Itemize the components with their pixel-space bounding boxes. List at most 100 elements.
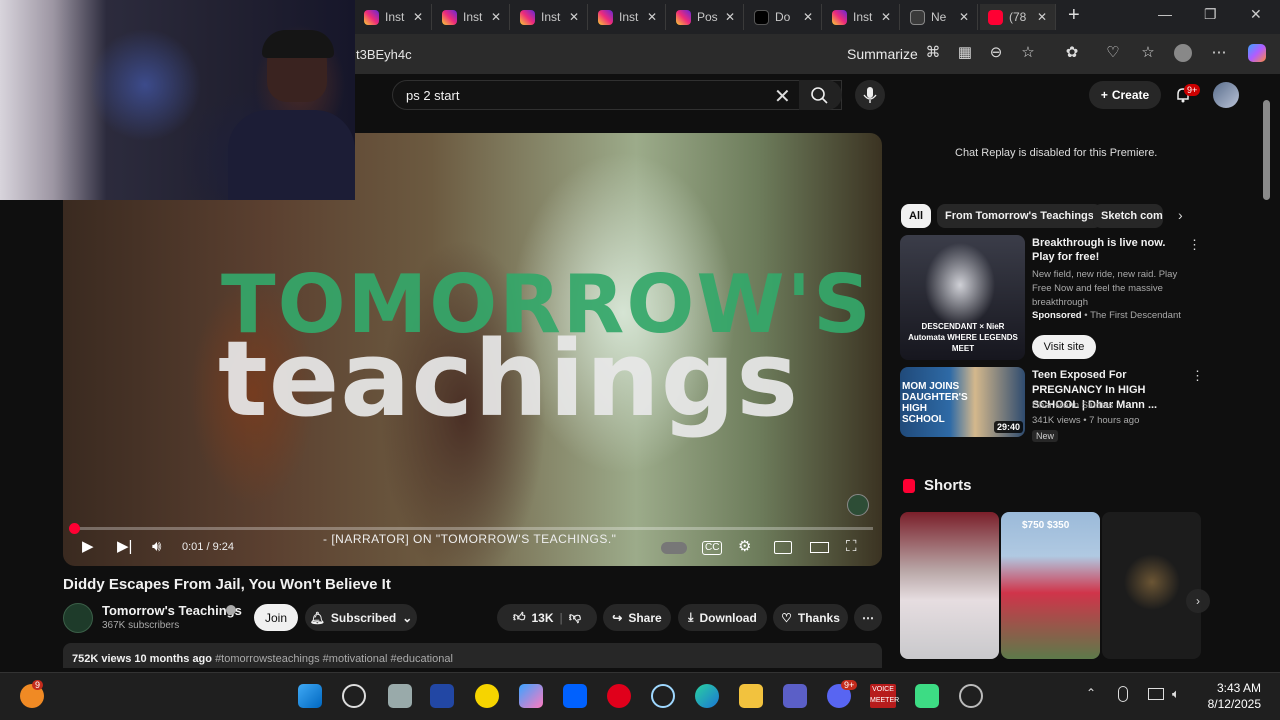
- taskbar-clock[interactable]: 3:43 AM 8/12/2025: [1205, 680, 1261, 712]
- tab-instagram-1[interactable]: Inst ✕: [356, 4, 432, 30]
- search-button[interactable]: [799, 80, 842, 110]
- next-video-icon[interactable]: ▶|: [117, 538, 132, 556]
- short-thumbnail-2[interactable]: [1001, 512, 1100, 659]
- tab-tiktok[interactable]: Do ✕: [746, 4, 822, 30]
- close-window-icon[interactable]: ✕: [1250, 6, 1262, 23]
- kebab-menu-icon[interactable]: ⋮: [1191, 368, 1204, 384]
- address-bar[interactable]: t3BEyh4c: [356, 47, 412, 62]
- android-studio-icon[interactable]: [915, 684, 939, 708]
- favorites-icon[interactable]: ☆: [1139, 44, 1157, 62]
- close-icon[interactable]: ✕: [1037, 10, 1047, 24]
- tab-instagram-5[interactable]: Pos ✕: [668, 4, 744, 30]
- visit-site-button[interactable]: Visit site: [1032, 335, 1096, 359]
- close-icon[interactable]: ✕: [647, 10, 657, 24]
- join-button[interactable]: Join: [254, 604, 298, 631]
- search-icon[interactable]: [342, 684, 366, 708]
- extensions-icon[interactable]: ✿: [1063, 44, 1081, 62]
- close-icon[interactable]: ✕: [959, 10, 969, 24]
- miniplayer-icon[interactable]: [774, 541, 792, 554]
- apps-icon[interactable]: ▦: [956, 44, 974, 62]
- tab-instagram-6[interactable]: Inst ✕: [824, 4, 900, 30]
- progress-scrubber[interactable]: [69, 523, 80, 534]
- tab-youtube[interactable]: (78 ✕: [980, 4, 1056, 30]
- opera-icon[interactable]: [607, 684, 631, 708]
- streamer-body: [228, 110, 355, 200]
- dropbox-icon[interactable]: [563, 684, 587, 708]
- settings-gear-icon[interactable]: ⚙: [738, 538, 751, 556]
- download-button[interactable]: ⤓ Download: [678, 604, 767, 631]
- close-icon[interactable]: ✕: [881, 10, 891, 24]
- create-button[interactable]: + Create: [1089, 81, 1161, 109]
- channel-watermark-icon[interactable]: [847, 494, 869, 516]
- more-menu-icon[interactable]: ⋯: [1210, 44, 1228, 62]
- tab-instagram-4[interactable]: Inst ✕: [590, 4, 666, 30]
- channel-name[interactable]: Tomorrow's Teachings: [102, 603, 242, 618]
- progress-bar[interactable]: [74, 527, 873, 530]
- favorite-star-icon[interactable]: ☆: [1019, 44, 1037, 62]
- short-thumbnail-1[interactable]: [900, 512, 999, 659]
- windows-start-icon[interactable]: [298, 684, 322, 708]
- thumbs-up-icon[interactable]: 👍︎: [513, 610, 526, 625]
- snapchat-icon[interactable]: [475, 684, 499, 708]
- tab-instagram-2[interactable]: Inst ✕: [434, 4, 510, 30]
- microphone-icon[interactable]: [1118, 686, 1128, 702]
- chip-sketch-comedy[interactable]: Sketch come: [1093, 204, 1163, 228]
- network-icon[interactable]: [1148, 688, 1164, 700]
- short-thumbnail-3[interactable]: [1102, 512, 1201, 659]
- thanks-button[interactable]: ♡ Thanks: [773, 604, 848, 631]
- subscribed-button[interactable]: 🔔︎ Subscribed ⌄: [305, 604, 417, 631]
- clear-search-icon[interactable]: ✕: [774, 84, 791, 109]
- recommended-video-channel[interactable]: Dhar Mann Studios: [1032, 400, 1113, 411]
- recommended-video-meta: 341K views • 7 hours ago: [1032, 415, 1140, 426]
- file-explorer-icon[interactable]: [739, 684, 763, 708]
- summarize-button[interactable]: Summarize: [847, 46, 918, 62]
- copilot-app-icon[interactable]: [519, 684, 543, 708]
- ad-title[interactable]: Breakthrough is live now. Play for free!: [1032, 236, 1182, 264]
- autoplay-toggle[interactable]: [661, 542, 687, 554]
- media-player-icon[interactable]: [959, 684, 983, 708]
- chevron-up-icon[interactable]: ⌃: [1086, 686, 1096, 700]
- voice-search-button[interactable]: [855, 80, 885, 110]
- more-actions-button[interactable]: ⋯: [854, 604, 882, 631]
- volume-icon[interactable]: 🔊︎: [152, 538, 161, 556]
- teams-icon[interactable]: [783, 684, 807, 708]
- chip-all[interactable]: All: [901, 204, 932, 228]
- chip-from-channel[interactable]: From Tomorrow's Teachings: [937, 204, 1102, 228]
- profile-icon[interactable]: [1174, 44, 1192, 62]
- restore-icon[interactable]: ❐: [1204, 6, 1217, 23]
- chevron-right-icon[interactable]: ›: [1178, 207, 1183, 223]
- chevron-right-icon[interactable]: ›: [1186, 589, 1210, 613]
- voicemeeter-icon[interactable]: VOICE MEETER: [870, 684, 899, 708]
- play-icon[interactable]: ▶: [82, 538, 94, 556]
- app-r-icon[interactable]: [430, 684, 454, 708]
- hashtags[interactable]: #tomorrowsteachings #motivational #educa…: [215, 653, 453, 665]
- tab-new-tab[interactable]: Ne ✕: [902, 4, 978, 30]
- close-icon[interactable]: ✕: [491, 10, 501, 24]
- fullscreen-icon[interactable]: ⛶: [846, 538, 857, 556]
- edge-icon[interactable]: [695, 684, 719, 708]
- tab-instagram-3[interactable]: Inst ✕: [512, 4, 588, 30]
- thumbs-down-icon[interactable]: 👎︎: [569, 610, 581, 625]
- copilot-icon[interactable]: [1248, 44, 1266, 62]
- like-count[interactable]: 13K: [531, 611, 553, 625]
- subtitles-icon[interactable]: CC: [702, 541, 723, 555]
- close-icon[interactable]: ✕: [569, 10, 579, 24]
- search-query[interactable]: ps 2 start: [406, 88, 459, 103]
- copilot-summary-icon[interactable]: ⌘: [924, 44, 942, 62]
- new-tab-button[interactable]: +: [1068, 4, 1080, 27]
- close-icon[interactable]: ✕: [413, 10, 423, 24]
- minimize-icon[interactable]: —: [1158, 6, 1172, 22]
- browser-essentials-icon[interactable]: ♡: [1104, 44, 1122, 62]
- speaker-icon[interactable]: 🔈︎: [1172, 686, 1180, 702]
- theater-mode-icon[interactable]: [810, 542, 829, 553]
- zoom-icon[interactable]: ⊖: [987, 44, 1005, 62]
- task-view-icon[interactable]: [388, 684, 412, 708]
- kebab-menu-icon[interactable]: ⋮: [1188, 237, 1201, 253]
- channel-avatar[interactable]: [63, 603, 93, 633]
- react-app-icon[interactable]: [651, 684, 675, 708]
- account-avatar[interactable]: [1213, 82, 1239, 108]
- close-icon[interactable]: ✕: [803, 10, 813, 24]
- close-icon[interactable]: ✕: [725, 10, 735, 24]
- share-button[interactable]: ↪ Share: [603, 604, 671, 631]
- page-scrollbar[interactable]: [1263, 100, 1270, 200]
